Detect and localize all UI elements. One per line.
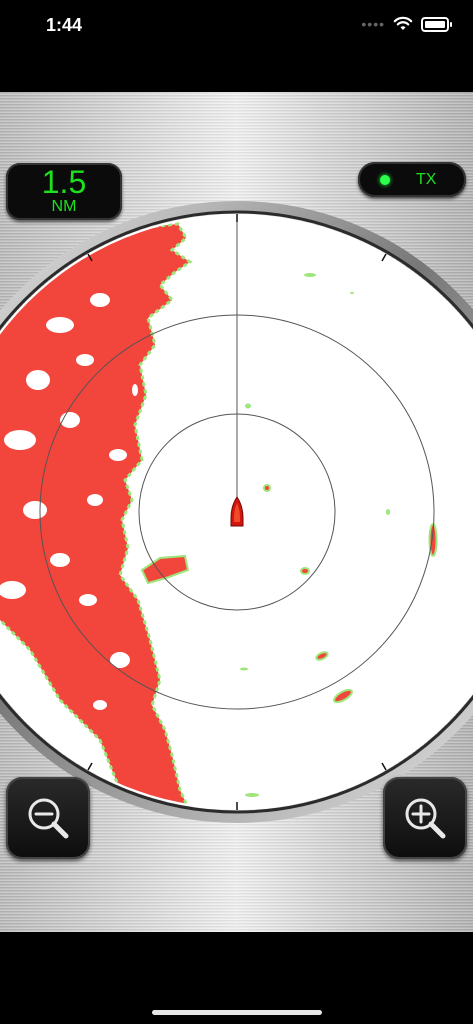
tx-button[interactable]: TX <box>358 162 466 197</box>
zoom-in-icon <box>405 798 446 839</box>
tx-label: TX <box>416 171 437 188</box>
status-time: 1:44 <box>46 15 83 35</box>
range-value: 1.5 <box>41 164 87 200</box>
home-indicator[interactable] <box>152 1010 322 1015</box>
cellular-signal-icon: •••• <box>361 16 385 32</box>
zoom-out-icon <box>28 798 69 839</box>
range-display[interactable]: 1.5 NM <box>6 163 122 220</box>
status-icons: •••• <box>361 16 452 32</box>
wifi-icon <box>393 16 413 30</box>
radar-panel: 1.5 NM TX <box>0 92 473 932</box>
battery-icon <box>421 16 452 32</box>
range-unit: NM <box>51 198 77 215</box>
tx-status-led-icon <box>380 175 390 185</box>
zoom-out-button[interactable] <box>6 777 90 859</box>
status-bar: 1:44 •••• <box>0 0 473 50</box>
zoom-in-button[interactable] <box>383 777 467 859</box>
